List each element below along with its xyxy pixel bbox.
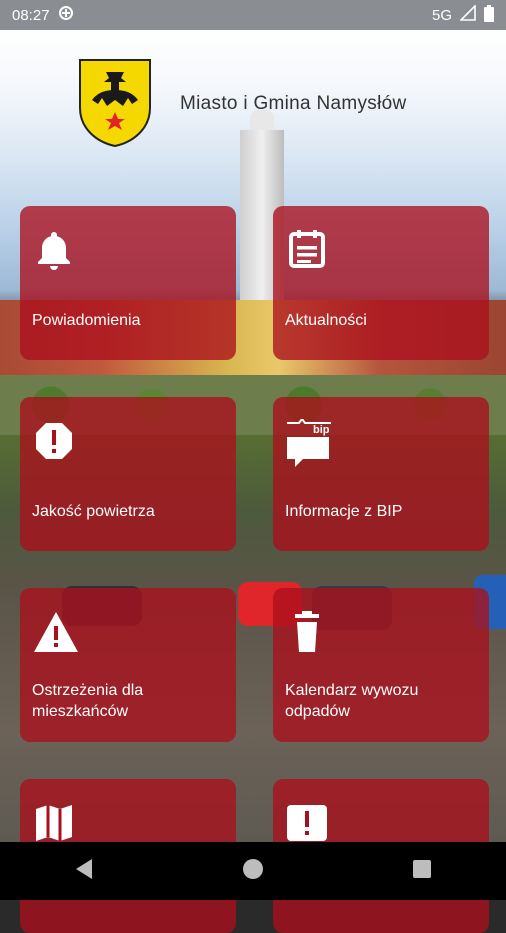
data-saver-icon [58, 5, 74, 25]
tile-label: Ostrzeżenia dla mieszkańców [32, 682, 144, 720]
app-header: Miasto i Gmina Namysłów [0, 30, 506, 160]
coat-of-arms-logo [78, 58, 152, 148]
tile-notifications[interactable]: Powiadomienia [20, 206, 236, 360]
tile-label: Aktualności [285, 312, 367, 329]
recents-button[interactable] [412, 859, 432, 884]
newspaper-icon [285, 228, 329, 272]
signal-icon [459, 4, 476, 25]
tile-label: Powiadomienia [32, 312, 141, 329]
tile-news[interactable]: Aktualności [273, 206, 489, 360]
home-button[interactable] [242, 858, 264, 885]
status-bar: 08:27 5G [0, 0, 506, 30]
navigation-bar [0, 842, 506, 900]
svg-text:bip: bip [313, 424, 330, 436]
tile-bip-information[interactable]: bip Informacje z BIP [273, 397, 489, 551]
battery-icon [484, 4, 494, 26]
warning-triangle-icon [32, 610, 78, 654]
trash-icon [285, 610, 329, 654]
tile-label: Informacje z BIP [285, 503, 403, 520]
tile-waste-calendar[interactable]: Kalendarz wywozu odpadów [273, 588, 489, 742]
tile-label: Kalendarz wywozu odpadów [285, 682, 419, 720]
alert-octagon-icon [32, 419, 76, 463]
bell-icon [32, 228, 76, 272]
map-icon [32, 801, 76, 845]
tile-air-quality[interactable]: Jakość powietrza [20, 397, 236, 551]
back-button[interactable] [74, 858, 94, 885]
bip-icon: bip [285, 417, 331, 467]
tile-resident-warnings[interactable]: Ostrzeżenia dla mieszkańców [20, 588, 236, 742]
report-alert-icon [285, 801, 329, 845]
network-type: 5G [431, 6, 452, 24]
tile-label: Jakość powietrza [32, 503, 155, 520]
clock: 08:27 [12, 6, 50, 24]
page-title: Miasto i Gmina Namysłów [180, 93, 407, 114]
